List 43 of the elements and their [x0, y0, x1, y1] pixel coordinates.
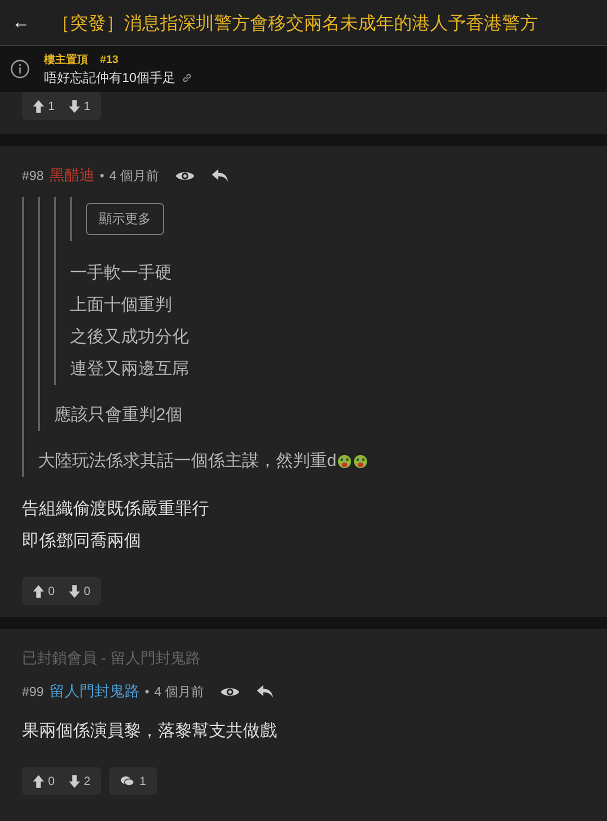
- post-time: 4 個月前: [109, 166, 160, 184]
- quote-text: 大陸玩法係求其話一個係主謀，然判重d: [38, 450, 336, 472]
- replies-button[interactable]: 1: [109, 767, 158, 795]
- upvote-button[interactable]: 0: [33, 774, 55, 788]
- author-name[interactable]: 留人門封鬼路: [50, 682, 140, 701]
- quote-text: 一手軟一手硬: [70, 262, 173, 284]
- quote-text: 之後又成功分化: [70, 326, 190, 348]
- sick-face-icon: [337, 454, 352, 468]
- up-arrow-icon: [33, 774, 44, 788]
- separator-dot: •: [100, 168, 104, 183]
- back-button[interactable]: ←: [0, 12, 52, 33]
- sick-face-icon: [353, 454, 368, 468]
- info-icon: [10, 59, 30, 79]
- down-arrow-icon: [68, 584, 80, 598]
- blocked-member-notice: 已封鎖會員 - 留人門封鬼路: [22, 649, 202, 668]
- down-arrow-icon: [68, 774, 80, 788]
- post-time: 4 個月前: [154, 682, 204, 700]
- post-number: #98: [22, 168, 44, 183]
- quote-text: 連登又兩邊互屌: [70, 358, 190, 380]
- link-icon[interactable]: [181, 72, 194, 84]
- upvote-button[interactable]: 0: [33, 584, 55, 598]
- separator-dot: •: [144, 684, 150, 699]
- post-text: 告組織偷渡既係嚴重罪行: [22, 498, 210, 520]
- up-arrow-icon: [33, 584, 44, 598]
- post-number: #13: [100, 54, 118, 66]
- downvote-button[interactable]: 1: [68, 99, 90, 113]
- comments-icon: [120, 775, 136, 787]
- down-arrow-icon: [68, 100, 80, 112]
- downvote-button[interactable]: 2: [68, 774, 90, 788]
- reply-icon[interactable]: [211, 168, 230, 183]
- pinned-text[interactable]: 唔好忘記仲有10個手足: [44, 68, 176, 86]
- thread-title: ［突發］消息指深圳警方會移交兩名未成年的港人予香港警方: [52, 12, 538, 34]
- pinned-label: 樓主置頂: [44, 54, 88, 66]
- up-arrow-icon: [33, 100, 44, 112]
- post-text: 果兩個係演員黎，落黎幫支共做戲: [22, 720, 278, 742]
- post-text: 即係鄧同喬兩個: [22, 530, 142, 552]
- upvote-button[interactable]: 1: [33, 99, 55, 113]
- quote-text: 上面十個重判: [70, 294, 173, 316]
- reply-icon[interactable]: [256, 684, 274, 699]
- show-more-button[interactable]: 顯示更多: [86, 203, 164, 235]
- quote-text: 應該只會重判2個: [54, 404, 184, 426]
- post-number: #99: [22, 684, 44, 699]
- downvote-button[interactable]: 0: [68, 584, 90, 598]
